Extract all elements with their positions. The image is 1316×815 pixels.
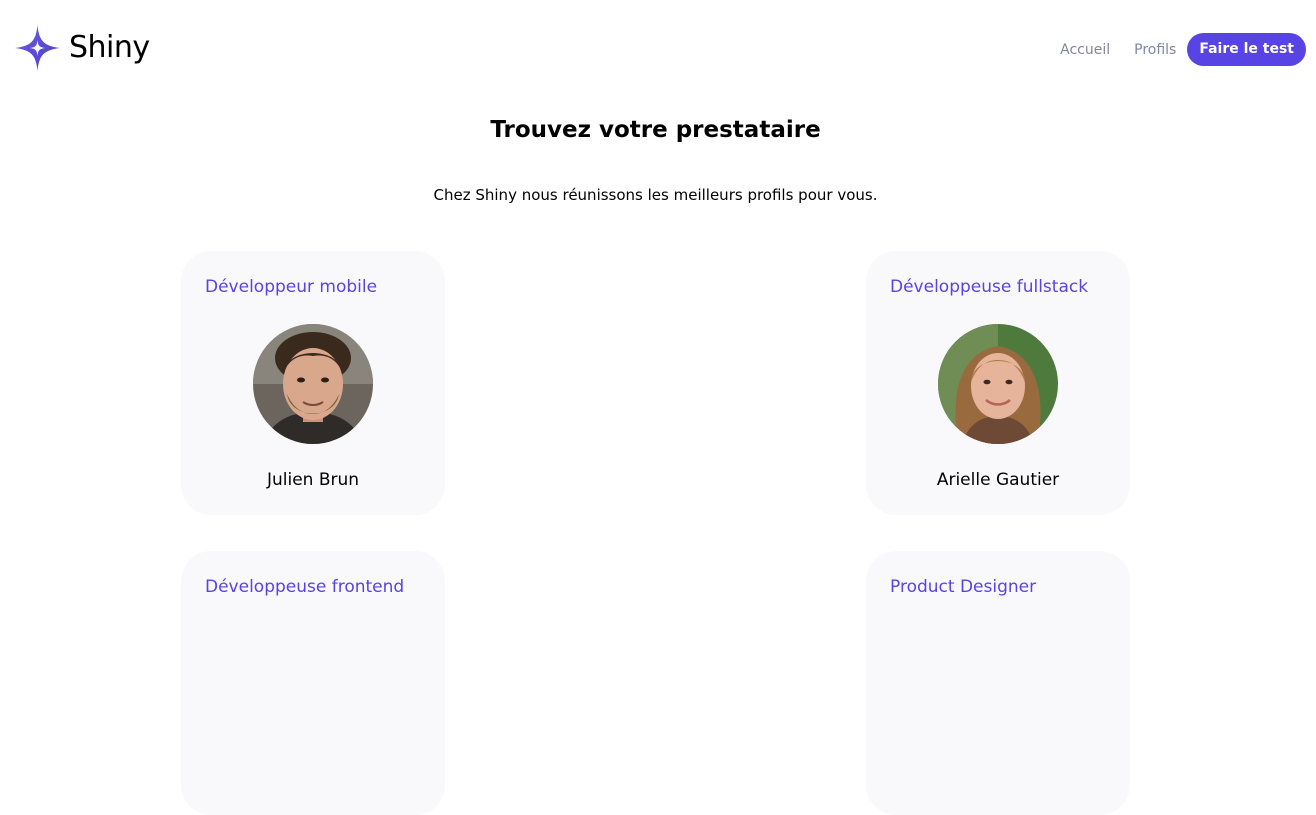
take-test-button[interactable]: Faire le test <box>1187 33 1306 66</box>
profile-card[interactable]: Développeuse frontend <box>181 551 445 815</box>
avatar <box>938 324 1058 444</box>
logo-link[interactable]: Shiny <box>14 24 150 72</box>
nav-link-home[interactable]: Accueil <box>1060 42 1110 58</box>
page-subtitle: Chez Shiny nous réunissons les meilleurs… <box>433 186 878 204</box>
card-job-title: Développeur mobile <box>205 277 378 297</box>
card-profile-name: Arielle Gautier <box>936 470 1060 490</box>
nav-link-profiles[interactable]: Profils <box>1134 42 1176 58</box>
shiny-logo-icon <box>15 25 60 71</box>
profile-card[interactable]: Développeur mobile Julien Brun <box>181 251 445 515</box>
card-job-title: Développeuse fullstack <box>890 277 1089 297</box>
profile-card[interactable]: Product Designer <box>866 551 1130 815</box>
logo-text: Shiny <box>69 30 150 65</box>
page-title: Trouvez votre prestataire <box>490 117 821 143</box>
avatar <box>253 324 373 444</box>
profile-card[interactable]: Développeuse fullstack Arielle Gautier <box>866 251 1130 515</box>
main-nav: Accueil Profils Faire le test <box>1060 33 1306 66</box>
card-job-title: Product Designer <box>890 577 1037 597</box>
card-profile-name: Julien Brun <box>266 470 360 490</box>
card-job-title: Développeuse frontend <box>205 577 405 597</box>
